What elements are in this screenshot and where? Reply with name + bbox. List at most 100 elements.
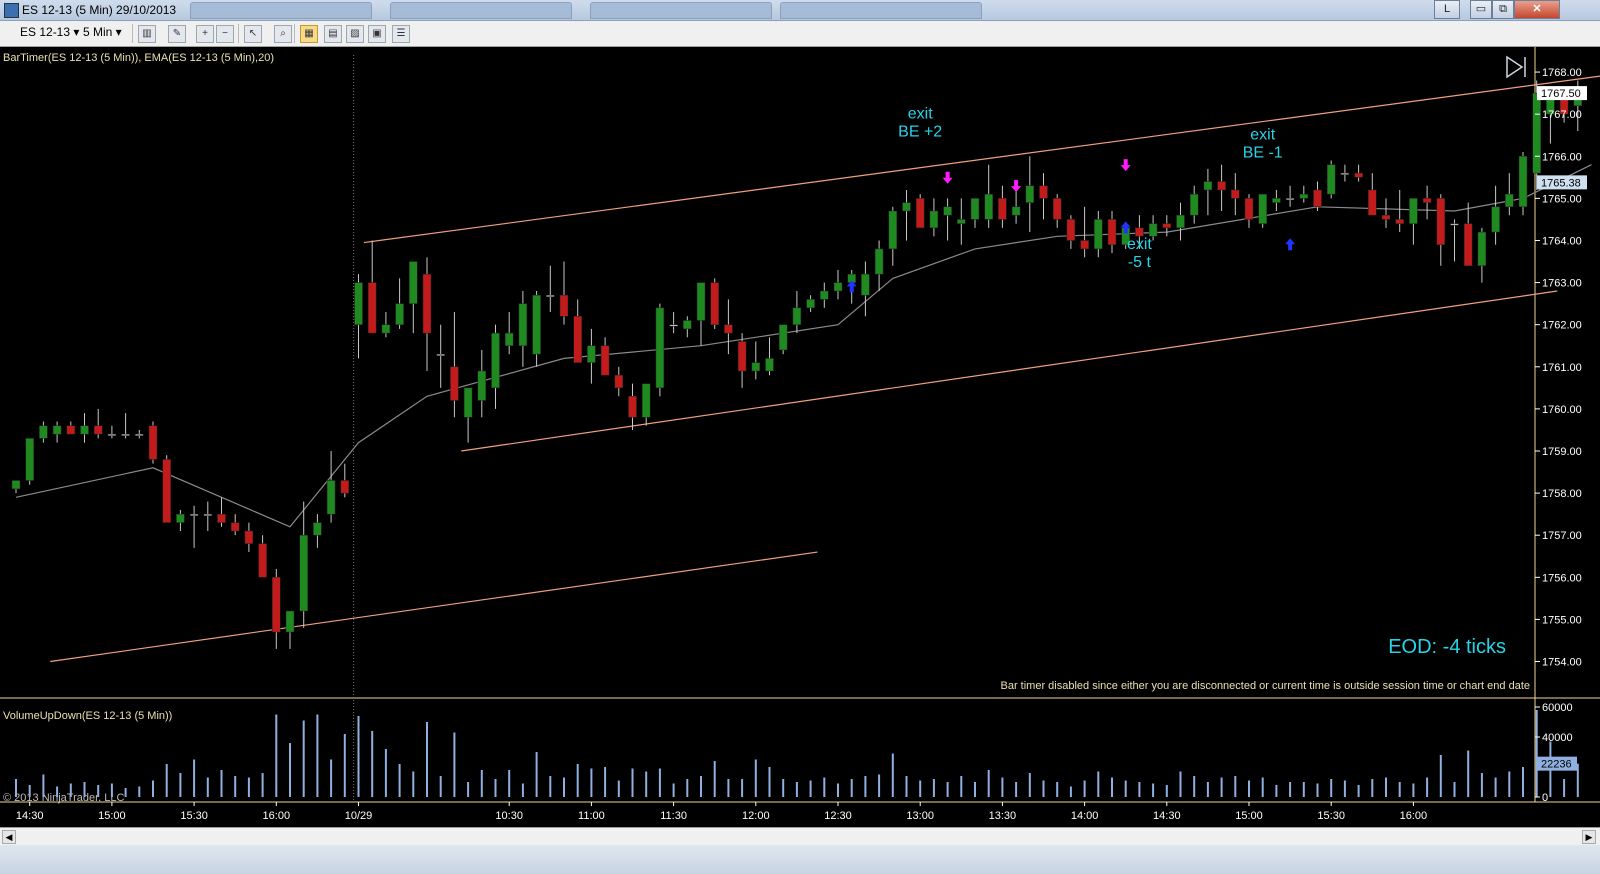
candle-body [1340, 172, 1350, 175]
zoom-out-icon[interactable]: − [216, 25, 234, 43]
candle [1217, 164, 1226, 211]
x-tick-label: 15:30 [180, 810, 208, 822]
candle-body [367, 282, 377, 334]
candle-body [765, 358, 774, 372]
candle [176, 509, 185, 531]
candle [121, 413, 130, 439]
candle [313, 514, 322, 548]
x-tick-label: 10:30 [495, 810, 523, 822]
candle [66, 421, 76, 435]
candle-body [628, 396, 637, 418]
candle [1340, 164, 1350, 182]
scroll-left-icon[interactable]: ◀ [2, 830, 16, 844]
candle-body [1189, 193, 1199, 216]
candle [1039, 173, 1048, 220]
instrument-selector[interactable]: ES 12-13 ▾ [20, 25, 79, 39]
chart-area[interactable]: BarTimer(ES 12-13 (5 Min)), EMA(ES 12-13… [0, 47, 1600, 827]
candle [285, 610, 295, 649]
properties-icon[interactable]: ☰ [392, 25, 410, 43]
indicators-icon[interactable]: ▦ [300, 25, 318, 43]
window-tab[interactable] [590, 2, 772, 19]
candle [25, 438, 34, 485]
candle-body [573, 316, 582, 363]
candle [39, 421, 48, 443]
maximize-button[interactable]: ⧉ [1492, 0, 1514, 19]
candle [409, 261, 418, 334]
candle-body [258, 543, 267, 578]
candle-body [1148, 223, 1158, 237]
candle [272, 568, 281, 649]
y-tick-label: 1754.00 [1542, 657, 1582, 669]
candle-body [409, 261, 418, 304]
candle-body [806, 299, 815, 309]
candle [93, 408, 103, 439]
candle-body [943, 206, 952, 216]
candle-body [1409, 198, 1418, 224]
candle [1409, 198, 1418, 245]
close-button[interactable]: ✕ [1514, 0, 1560, 19]
chart-style-icon[interactable]: ▥ [138, 25, 156, 43]
annotation-text: exit [908, 105, 933, 122]
chart-trader-icon[interactable]: ▨ [346, 25, 364, 43]
x-tick-label: 12:00 [742, 810, 770, 822]
zoom-in-icon[interactable]: + [196, 25, 214, 43]
candle-body [1313, 189, 1322, 208]
candle-body [450, 366, 459, 401]
candle-body [244, 530, 254, 544]
candle [1463, 202, 1473, 266]
sell-arrow [942, 171, 953, 184]
window-tab[interactable] [190, 2, 372, 19]
play-end-icon [1506, 55, 1524, 79]
candle-body [162, 459, 171, 523]
candle-body [984, 193, 993, 220]
candle-body [422, 273, 432, 334]
candle [1422, 185, 1432, 220]
candle-body [1203, 181, 1213, 191]
annotation-text: BE -1 [1243, 144, 1283, 161]
candle [1025, 156, 1035, 233]
interval-selector[interactable]: 5 Min ▾ [83, 25, 122, 39]
candle-body [121, 433, 130, 436]
price-axis: 1768.00 1767.00 1766.00 1765.00 1764.00 1763.… [1535, 67, 1587, 669]
candle-body [874, 248, 884, 275]
app-icon [4, 3, 19, 18]
candle [135, 429, 144, 439]
candle-body [340, 480, 350, 494]
window-tab[interactable] [390, 2, 572, 19]
scroll-right-icon[interactable]: ▶ [1582, 830, 1596, 844]
candle [929, 198, 939, 237]
candle [888, 206, 898, 266]
pencil-icon[interactable]: ✎ [168, 25, 186, 43]
candle-body [1039, 185, 1048, 199]
candle [422, 257, 432, 371]
candle-body [600, 345, 610, 376]
y-tick-label: 1756.00 [1542, 572, 1582, 584]
candle [11, 480, 21, 494]
strategies-icon[interactable]: ▤ [324, 25, 342, 43]
candle [820, 282, 829, 308]
data-box-icon[interactable]: ▣ [368, 25, 386, 43]
candle-body [737, 341, 747, 372]
candle-body [395, 303, 404, 325]
cursor-icon[interactable]: ↖ [244, 25, 262, 43]
chart-end-button[interactable] [1506, 55, 1526, 79]
link-button[interactable]: L [1434, 0, 1460, 19]
horizontal-scrollbar[interactable]: ◀ ▶ [0, 827, 1600, 845]
candle-body [1381, 214, 1391, 220]
y-tick-label: 1758.00 [1542, 488, 1582, 500]
minimize-button[interactable]: ▭ [1470, 0, 1492, 19]
candle-body [1094, 219, 1103, 250]
candle-body [381, 324, 391, 334]
window-tab[interactable] [780, 2, 982, 19]
last-price-badge: 1767.50 [1541, 88, 1581, 100]
candle-body [217, 513, 226, 523]
y-tick-label: 1759.00 [1542, 446, 1582, 458]
candle-body [833, 282, 843, 292]
candle [915, 194, 925, 229]
magnifier-icon[interactable]: ⌕ [274, 25, 292, 43]
candle [1176, 202, 1185, 241]
candle [792, 291, 802, 334]
candle-body [1491, 206, 1500, 233]
candle [1505, 173, 1514, 216]
candle-body [1231, 189, 1240, 199]
